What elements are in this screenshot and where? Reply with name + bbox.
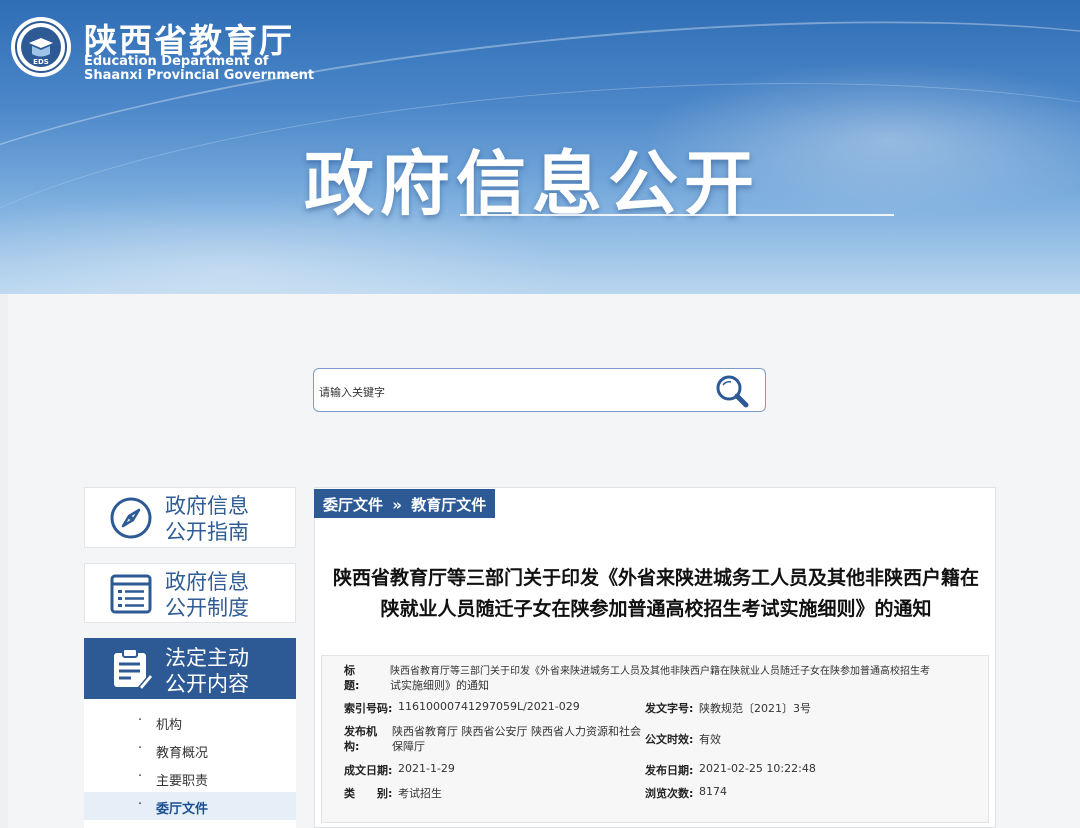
sidebar-item-duties[interactable]: · 主要职责 [84, 764, 296, 792]
meta-label: 题: [344, 679, 360, 692]
article-title-line: 陕就业人员随迁子女在陕参加普通高校招生考试实施细则》的通知 [380, 598, 932, 620]
bullet: · [138, 741, 143, 756]
clipboard-icon [114, 648, 153, 691]
meta-value: 陕西省教育厅等三部门关于印发《外省来陕进城务工人员及其他非陕西户籍在陕就业人员随… [390, 666, 930, 677]
meta-label: 发布机 [344, 725, 377, 738]
sidebar-card-label: 政府信息 [165, 494, 249, 518]
sidebar-card-legal-content[interactable]: 法定主动 公开内容 [84, 638, 296, 699]
meta-label: 成文日期: [344, 764, 393, 777]
search-icon[interactable] [713, 373, 753, 409]
meta-value: 考试招生 [398, 787, 442, 800]
sidebar-item-label: 主要职责 [156, 774, 209, 789]
meta-value: 8174 [699, 785, 727, 798]
sidebar-card-label: 公开内容 [165, 672, 249, 696]
sidebar-submenu: · 机构 · 教育概况 · 主要职责 · 委厅文件 [84, 699, 296, 828]
breadcrumb-separator: » [392, 496, 402, 514]
bullet: · [138, 797, 143, 812]
sidebar-card-guide[interactable]: 政府信息 公开指南 [84, 487, 296, 548]
meta-label: 公文时效: [645, 733, 694, 746]
header-banner: EDS 陕西省教育厅 Education Department of Shaan… [0, 0, 1080, 294]
emblem-text: EDS [33, 58, 49, 66]
meta-label: 发布日期: [645, 764, 694, 777]
breadcrumb: 委厅文件 » 教育厅文件 [314, 489, 496, 518]
meta-label: 类 别: [344, 787, 393, 800]
meta-value: 保障厅 [392, 740, 425, 753]
meta-label: 构: [344, 740, 360, 753]
meta-value: 11610000741297059L/2021-029 [398, 700, 580, 713]
breadcrumb-link[interactable]: 委厅文件 [323, 496, 383, 514]
search-input[interactable]: 请输入关键字 [319, 384, 385, 400]
document-meta-table: 标 题: 陕西省教育厅等三部门关于印发《外省来陕进城务工人员及其他非陕西户籍在陕… [321, 655, 989, 823]
org-name-en: Education Department of [84, 54, 269, 69]
sidebar-item-documents[interactable]: · 委厅文件 [84, 792, 296, 820]
meta-label: 索引号码: [344, 702, 393, 715]
meta-value: 2021-1-29 [398, 762, 455, 775]
bullet: · [138, 769, 143, 784]
meta-label: 浏览次数: [645, 787, 694, 800]
meta-value: 陕教规范〔2021〕3号 [699, 702, 811, 715]
list-icon [110, 574, 152, 614]
meta-label: 标 [344, 664, 355, 677]
org-name-en: Shaanxi Provincial Government [84, 68, 315, 83]
meta-value: 试实施细则》的通知 [390, 679, 489, 692]
sidebar-card-label: 公开指南 [165, 520, 249, 544]
sidebar-item-overview[interactable]: · 教育概况 [84, 736, 296, 764]
compass-icon [110, 497, 152, 539]
sidebar-item-agency[interactable]: · 机构 [84, 708, 296, 736]
sidebar-item-label: 机构 [156, 718, 183, 733]
sidebar-card-system[interactable]: 政府信息 公开制度 [84, 563, 296, 623]
breadcrumb-link[interactable]: 教育厅文件 [411, 496, 486, 514]
sidebar-card-label: 公开制度 [165, 596, 249, 620]
sidebar-item-label: 委厅文件 [156, 802, 209, 817]
emblem-logo-icon[interactable]: EDS [10, 16, 72, 78]
search-box[interactable]: 请输入关键字 [313, 368, 766, 412]
banner-underline [460, 214, 894, 216]
sidebar-card-label: 法定主动 [165, 646, 249, 670]
sidebar-item-label: 教育概况 [156, 746, 209, 761]
bullet: · [138, 713, 143, 728]
meta-value: 有效 [699, 733, 721, 746]
meta-label: 发文字号: [645, 702, 694, 715]
sidebar-card-label: 政府信息 [165, 570, 249, 594]
meta-value: 2021-02-25 10:22:48 [699, 762, 816, 775]
article-title-line: 陕西省教育厅等三部门关于印发《外省来陕进城务工人员及其他非陕西户籍在 [332, 567, 979, 589]
meta-value: 陕西省教育厅 陕西省公安厅 陕西省人力资源和社会 [392, 725, 641, 738]
article-title: 陕西省教育厅等三部门关于印发《外省来陕进城务工人员及其他非陕西户籍在 陕就业人员… [320, 563, 992, 625]
